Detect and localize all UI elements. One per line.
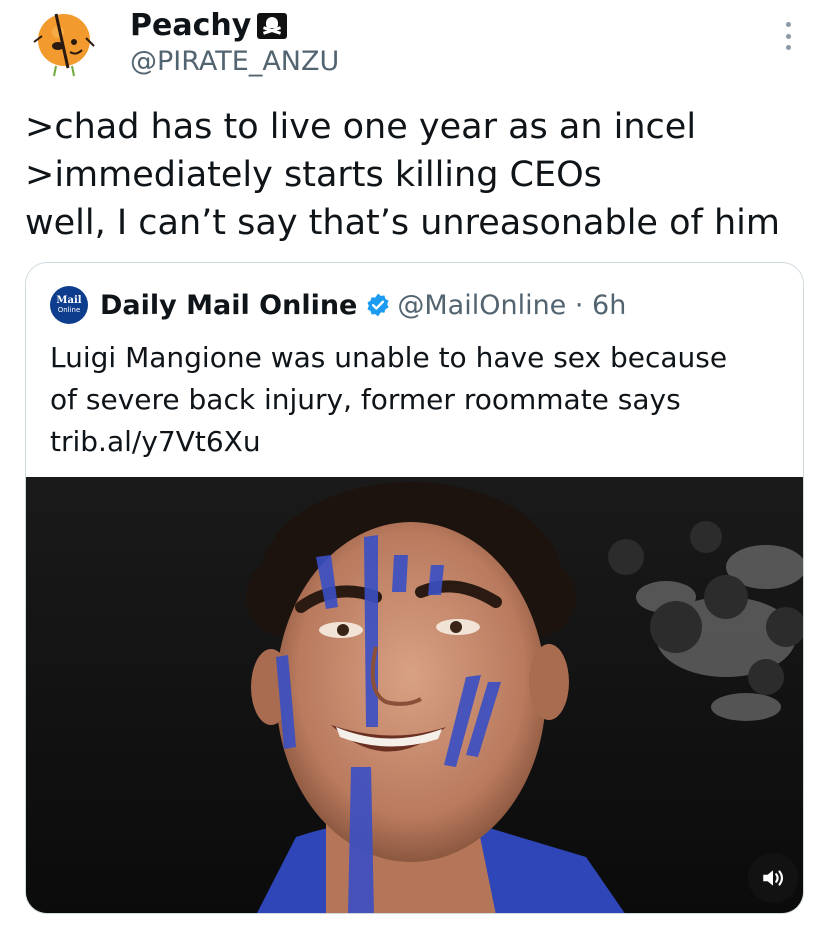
pirate-flag-icon [257,13,288,39]
quote-line: Luigi Mangione was unable to have sex be… [50,341,728,374]
author-name-row[interactable]: Peachy [130,8,288,44]
verified-badge-icon [367,293,389,317]
quoted-tweet-card[interactable]: Mail Online Daily Mail Online @MailOnlin… [25,262,804,914]
tweet-line: >immediately starts killing CEOs [25,155,602,195]
quote-avatar-line1: Mail [56,295,82,306]
quote-photo[interactable] [26,477,803,913]
quote-link[interactable]: trib.al/y7Vt6Xu [50,421,780,463]
avatar[interactable] [28,6,100,78]
quote-avatar-line2: Online [57,306,81,314]
quote-line: of severe back injury, former roommate s… [50,383,681,416]
mute-toggle-button[interactable] [748,853,798,903]
tweet-line: >chad has to live one year as an incel [25,107,697,147]
quote-header: Mail Online Daily Mail Online @MailOnlin… [50,285,626,325]
quote-avatar[interactable]: Mail Online [50,286,88,324]
tweet-text: >chad has to live one year as an incel >… [25,103,815,247]
quote-handle-time[interactable]: @MailOnline · 6h [397,290,626,321]
author-display-name[interactable]: Peachy [130,8,251,44]
tweet-line: well, I can’t say that’s unreasonable of… [25,203,780,243]
speaker-icon [763,870,784,886]
quote-text: Luigi Mangione was unable to have sex be… [50,337,780,463]
photo-illustration [26,477,803,913]
quote-author-name[interactable]: Daily Mail Online [100,290,357,321]
author-handle[interactable]: @PIRATE_ANZU [130,46,339,78]
more-options-icon[interactable] [778,20,798,52]
